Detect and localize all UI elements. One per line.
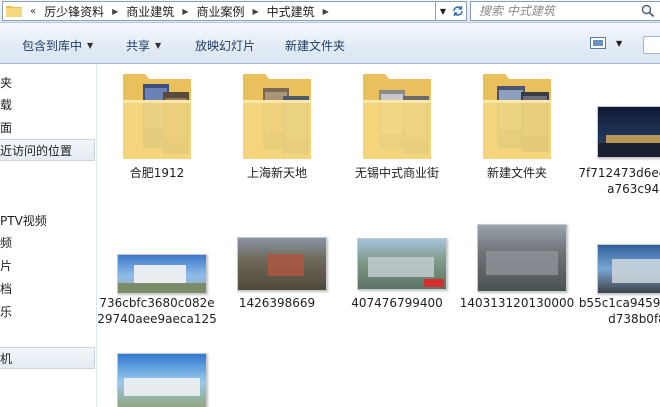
search-box <box>470 1 660 21</box>
breadcrumb-separator-icon[interactable]: ▶ <box>180 7 190 16</box>
preview-pane-button[interactable] <box>643 36 660 54</box>
image-thumbnail <box>117 254 207 294</box>
command-bar: 包含到库中 ▼ 共享 ▼ 放映幻灯片 新建文件夹 ▼ <box>0 23 660 64</box>
nav-item-label: 机 <box>0 351 13 366</box>
nav-item-pictures[interactable]: 片 <box>0 255 94 275</box>
address-bar: « 厉少锋资料 ▶ 商业建筑 ▶ 商业案例 ▶ 中式建筑 ▶ ▼ <box>0 0 660 23</box>
nav-item-label: 面 <box>0 120 13 135</box>
refresh-icon[interactable] <box>450 1 467 21</box>
nav-item-label: 乐 <box>0 304 13 319</box>
chevron-down-icon: ▼ <box>155 40 162 50</box>
image-label: 736cbfc3680c082e29740aee9aeca125 <box>97 296 217 326</box>
address-dropdown-icon[interactable]: ▼ <box>436 1 451 21</box>
breadcrumb-separator-icon[interactable]: ▶ <box>321 7 331 16</box>
nav-item-downloads[interactable]: 载 <box>0 94 94 114</box>
folder-label: 合肥1912 <box>129 166 185 180</box>
nav-item-desktop[interactable]: 面 <box>0 117 94 137</box>
nav-item-label: 档 <box>0 281 13 296</box>
folder-icon <box>6 6 22 17</box>
nav-item-label: 载 <box>0 97 13 112</box>
image-label: 407476799400 <box>351 296 443 310</box>
address-box[interactable]: « 厉少锋资料 ▶ 商业建筑 ▶ 商业案例 ▶ 中式建筑 ▶ <box>2 1 436 21</box>
nav-item-documents[interactable]: 档 <box>0 278 94 298</box>
folder-icon <box>483 74 551 159</box>
image-item[interactable]: 1426398669 <box>217 237 337 359</box>
image-label: 7f712473d6ecab38a763c945 <box>578 166 660 196</box>
breadcrumb-separator-icon[interactable]: ▶ <box>250 7 260 16</box>
image-label: 1426398669 <box>238 296 316 310</box>
nav-item-recent-places[interactable]: 近访问的位置 <box>0 139 95 161</box>
file-list: 合肥1912 上海新天地 无锡中式商业街 新建文件夹 7f712473d6ec … <box>97 64 660 407</box>
image-thumbnail <box>237 237 327 291</box>
image-item[interactable]: 407476799400 <box>337 238 457 359</box>
nav-item-videos[interactable]: 频 <box>0 232 94 252</box>
folder-label: 无锡中式商业街 <box>354 166 439 180</box>
slideshow-button[interactable]: 放映幻灯片 <box>195 36 255 54</box>
folder-label: 上海新天地 <box>246 166 307 180</box>
navigation-pane: 夹 载 面 近访问的位置 PTV视频 频 片 档 乐 机 <box>0 64 97 407</box>
folder-item[interactable]: 无锡中式商业街 <box>337 64 457 194</box>
nav-item-music[interactable]: 乐 <box>0 301 94 321</box>
breadcrumb: 厉少锋资料 ▶ 商业建筑 ▶ 商业案例 ▶ 中式建筑 ▶ <box>38 3 331 20</box>
search-icon[interactable] <box>641 4 655 18</box>
image-thumbnail <box>597 244 660 294</box>
breadcrumb-overflow-icon[interactable]: « <box>30 6 36 17</box>
image-item[interactable]: 140313120130000 <box>457 224 577 359</box>
folder-icon <box>123 74 191 159</box>
breadcrumb-item[interactable]: 商业建筑 <box>120 3 180 20</box>
breadcrumb-separator-icon[interactable]: ▶ <box>110 7 120 16</box>
new-folder-button[interactable]: 新建文件夹 <box>285 36 345 54</box>
breadcrumb-item[interactable]: 中式建筑 <box>261 3 321 20</box>
nav-item-favorites[interactable]: 夹 <box>0 72 94 92</box>
image-item[interactable]: 7f712473d6ecab38a763c945 <box>577 64 660 219</box>
include-in-library-button[interactable]: 包含到库中 ▼ <box>22 36 93 54</box>
view-icon <box>590 37 606 49</box>
folder-item[interactable]: 新建文件夹 <box>457 64 577 194</box>
nav-item-label: 近访问的位置 <box>0 143 73 158</box>
include-in-library-label: 包含到库中 <box>22 38 83 53</box>
folder-item[interactable]: 上海新天地 <box>217 64 337 194</box>
image-thumbnail <box>597 106 660 158</box>
nav-item-label: 频 <box>0 235 13 250</box>
image-thumbnail <box>477 224 567 292</box>
chevron-down-icon: ▼ <box>87 40 94 50</box>
folder-icon <box>243 74 311 159</box>
slideshow-label: 放映幻灯片 <box>195 38 256 53</box>
search-input[interactable] <box>477 3 631 19</box>
nav-item-label: PTV视频 <box>0 213 47 228</box>
image-label: 140313120130000 <box>459 296 575 310</box>
image-thumbnail <box>117 353 207 407</box>
folder-item[interactable]: 合肥1912 <box>97 64 217 194</box>
chevron-down-icon: ▼ <box>616 38 623 48</box>
nav-item-ptv-video[interactable]: PTV视频 <box>0 210 94 230</box>
share-button[interactable]: 共享 ▼ <box>126 36 161 54</box>
nav-item-label: 夹 <box>0 75 13 90</box>
change-view-button[interactable]: ▼ <box>590 37 622 49</box>
image-item[interactable]: 736cbfc3680c082e29740aee9aeca125 <box>97 239 217 359</box>
folder-label: 新建文件夹 <box>486 166 547 180</box>
breadcrumb-item[interactable]: 厉少锋资料 <box>38 3 110 20</box>
breadcrumb-item[interactable]: 商业案例 <box>190 3 250 20</box>
new-folder-label: 新建文件夹 <box>285 38 346 53</box>
nav-item-label: 片 <box>0 258 13 273</box>
image-label: b55c1ca9459f67d8d738b0f8 <box>578 296 660 326</box>
image-item[interactable]: b55c1ca9459f67d8d738b0f8 <box>577 239 660 359</box>
nav-item-computer[interactable]: 机 <box>0 347 95 369</box>
image-item[interactable] <box>97 349 217 407</box>
folder-icon <box>363 74 431 159</box>
share-label: 共享 <box>126 38 151 53</box>
image-thumbnail <box>357 238 447 290</box>
